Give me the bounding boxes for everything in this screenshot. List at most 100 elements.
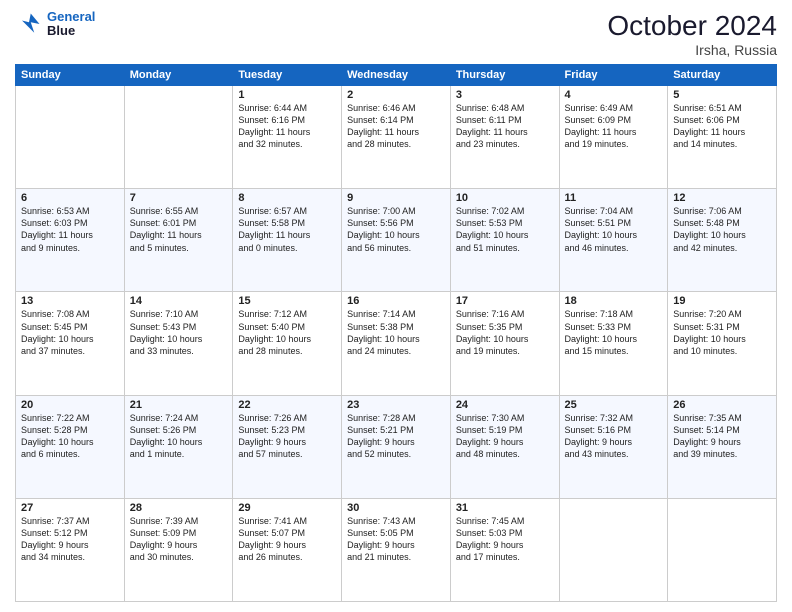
logo-icon [15, 10, 43, 38]
table-row: 6Sunrise: 6:53 AM Sunset: 6:03 PM Daylig… [16, 189, 125, 292]
day-number: 11 [565, 192, 663, 204]
calendar-week-row: 20Sunrise: 7:22 AM Sunset: 5:28 PM Dayli… [16, 395, 777, 498]
table-row [668, 498, 777, 601]
day-info: Sunrise: 7:12 AM Sunset: 5:40 PM Dayligh… [238, 308, 336, 357]
day-info: Sunrise: 7:24 AM Sunset: 5:26 PM Dayligh… [130, 412, 228, 461]
day-number: 7 [130, 192, 228, 204]
table-row: 30Sunrise: 7:43 AM Sunset: 5:05 PM Dayli… [342, 498, 451, 601]
day-number: 3 [456, 89, 554, 101]
day-info: Sunrise: 7:04 AM Sunset: 5:51 PM Dayligh… [565, 205, 663, 254]
table-row: 4Sunrise: 6:49 AM Sunset: 6:09 PM Daylig… [559, 86, 668, 189]
day-number: 1 [238, 89, 336, 101]
day-info: Sunrise: 7:32 AM Sunset: 5:16 PM Dayligh… [565, 412, 663, 461]
page: General Blue October 2024 Irsha, Russia … [0, 0, 792, 612]
day-info: Sunrise: 6:49 AM Sunset: 6:09 PM Dayligh… [565, 102, 663, 151]
day-info: Sunrise: 7:00 AM Sunset: 5:56 PM Dayligh… [347, 205, 445, 254]
header-sunday: Sunday [16, 65, 125, 86]
table-row [16, 86, 125, 189]
day-number: 22 [238, 399, 336, 411]
day-info: Sunrise: 7:30 AM Sunset: 5:19 PM Dayligh… [456, 412, 554, 461]
table-row: 20Sunrise: 7:22 AM Sunset: 5:28 PM Dayli… [16, 395, 125, 498]
day-info: Sunrise: 7:14 AM Sunset: 5:38 PM Dayligh… [347, 308, 445, 357]
day-info: Sunrise: 7:28 AM Sunset: 5:21 PM Dayligh… [347, 412, 445, 461]
table-row: 24Sunrise: 7:30 AM Sunset: 5:19 PM Dayli… [450, 395, 559, 498]
logo-text: General Blue [47, 10, 95, 39]
day-number: 31 [456, 502, 554, 514]
day-number: 18 [565, 295, 663, 307]
day-info: Sunrise: 7:20 AM Sunset: 5:31 PM Dayligh… [673, 308, 771, 357]
day-number: 16 [347, 295, 445, 307]
day-number: 23 [347, 399, 445, 411]
day-info: Sunrise: 7:41 AM Sunset: 5:07 PM Dayligh… [238, 515, 336, 564]
day-number: 29 [238, 502, 336, 514]
header-thursday: Thursday [450, 65, 559, 86]
table-row: 25Sunrise: 7:32 AM Sunset: 5:16 PM Dayli… [559, 395, 668, 498]
day-info: Sunrise: 7:06 AM Sunset: 5:48 PM Dayligh… [673, 205, 771, 254]
table-row: 26Sunrise: 7:35 AM Sunset: 5:14 PM Dayli… [668, 395, 777, 498]
month-title: October 2024 [607, 10, 777, 42]
header-tuesday: Tuesday [233, 65, 342, 86]
header-saturday: Saturday [668, 65, 777, 86]
table-row [124, 86, 233, 189]
day-info: Sunrise: 7:22 AM Sunset: 5:28 PM Dayligh… [21, 412, 119, 461]
location-title: Irsha, Russia [607, 42, 777, 58]
day-number: 15 [238, 295, 336, 307]
day-number: 26 [673, 399, 771, 411]
table-row: 21Sunrise: 7:24 AM Sunset: 5:26 PM Dayli… [124, 395, 233, 498]
day-info: Sunrise: 6:51 AM Sunset: 6:06 PM Dayligh… [673, 102, 771, 151]
table-row: 19Sunrise: 7:20 AM Sunset: 5:31 PM Dayli… [668, 292, 777, 395]
table-row: 8Sunrise: 6:57 AM Sunset: 5:58 PM Daylig… [233, 189, 342, 292]
table-row: 22Sunrise: 7:26 AM Sunset: 5:23 PM Dayli… [233, 395, 342, 498]
calendar-table: Sunday Monday Tuesday Wednesday Thursday… [15, 64, 777, 602]
table-row: 11Sunrise: 7:04 AM Sunset: 5:51 PM Dayli… [559, 189, 668, 292]
day-number: 13 [21, 295, 119, 307]
day-info: Sunrise: 7:02 AM Sunset: 5:53 PM Dayligh… [456, 205, 554, 254]
table-row: 23Sunrise: 7:28 AM Sunset: 5:21 PM Dayli… [342, 395, 451, 498]
table-row: 27Sunrise: 7:37 AM Sunset: 5:12 PM Dayli… [16, 498, 125, 601]
day-number: 27 [21, 502, 119, 514]
day-info: Sunrise: 7:10 AM Sunset: 5:43 PM Dayligh… [130, 308, 228, 357]
day-number: 10 [456, 192, 554, 204]
day-info: Sunrise: 6:53 AM Sunset: 6:03 PM Dayligh… [21, 205, 119, 254]
day-number: 28 [130, 502, 228, 514]
day-number: 20 [21, 399, 119, 411]
table-row: 12Sunrise: 7:06 AM Sunset: 5:48 PM Dayli… [668, 189, 777, 292]
day-info: Sunrise: 7:37 AM Sunset: 5:12 PM Dayligh… [21, 515, 119, 564]
table-row: 9Sunrise: 7:00 AM Sunset: 5:56 PM Daylig… [342, 189, 451, 292]
day-number: 12 [673, 192, 771, 204]
day-number: 9 [347, 192, 445, 204]
day-info: Sunrise: 6:46 AM Sunset: 6:14 PM Dayligh… [347, 102, 445, 151]
day-info: Sunrise: 6:57 AM Sunset: 5:58 PM Dayligh… [238, 205, 336, 254]
day-number: 24 [456, 399, 554, 411]
logo: General Blue [15, 10, 95, 39]
day-info: Sunrise: 7:08 AM Sunset: 5:45 PM Dayligh… [21, 308, 119, 357]
table-row: 28Sunrise: 7:39 AM Sunset: 5:09 PM Dayli… [124, 498, 233, 601]
table-row: 1Sunrise: 6:44 AM Sunset: 6:16 PM Daylig… [233, 86, 342, 189]
table-row: 14Sunrise: 7:10 AM Sunset: 5:43 PM Dayli… [124, 292, 233, 395]
table-row: 31Sunrise: 7:45 AM Sunset: 5:03 PM Dayli… [450, 498, 559, 601]
day-number: 2 [347, 89, 445, 101]
table-row: 16Sunrise: 7:14 AM Sunset: 5:38 PM Dayli… [342, 292, 451, 395]
calendar-week-row: 6Sunrise: 6:53 AM Sunset: 6:03 PM Daylig… [16, 189, 777, 292]
calendar-week-row: 27Sunrise: 7:37 AM Sunset: 5:12 PM Dayli… [16, 498, 777, 601]
day-number: 25 [565, 399, 663, 411]
table-row: 13Sunrise: 7:08 AM Sunset: 5:45 PM Dayli… [16, 292, 125, 395]
day-number: 6 [21, 192, 119, 204]
day-number: 8 [238, 192, 336, 204]
table-row: 3Sunrise: 6:48 AM Sunset: 6:11 PM Daylig… [450, 86, 559, 189]
day-info: Sunrise: 7:45 AM Sunset: 5:03 PM Dayligh… [456, 515, 554, 564]
day-number: 21 [130, 399, 228, 411]
table-row: 7Sunrise: 6:55 AM Sunset: 6:01 PM Daylig… [124, 189, 233, 292]
table-row: 29Sunrise: 7:41 AM Sunset: 5:07 PM Dayli… [233, 498, 342, 601]
day-info: Sunrise: 7:39 AM Sunset: 5:09 PM Dayligh… [130, 515, 228, 564]
day-info: Sunrise: 7:43 AM Sunset: 5:05 PM Dayligh… [347, 515, 445, 564]
day-info: Sunrise: 6:44 AM Sunset: 6:16 PM Dayligh… [238, 102, 336, 151]
day-info: Sunrise: 6:55 AM Sunset: 6:01 PM Dayligh… [130, 205, 228, 254]
header-friday: Friday [559, 65, 668, 86]
header-wednesday: Wednesday [342, 65, 451, 86]
table-row [559, 498, 668, 601]
day-number: 4 [565, 89, 663, 101]
table-row: 18Sunrise: 7:18 AM Sunset: 5:33 PM Dayli… [559, 292, 668, 395]
day-info: Sunrise: 6:48 AM Sunset: 6:11 PM Dayligh… [456, 102, 554, 151]
table-row: 10Sunrise: 7:02 AM Sunset: 5:53 PM Dayli… [450, 189, 559, 292]
